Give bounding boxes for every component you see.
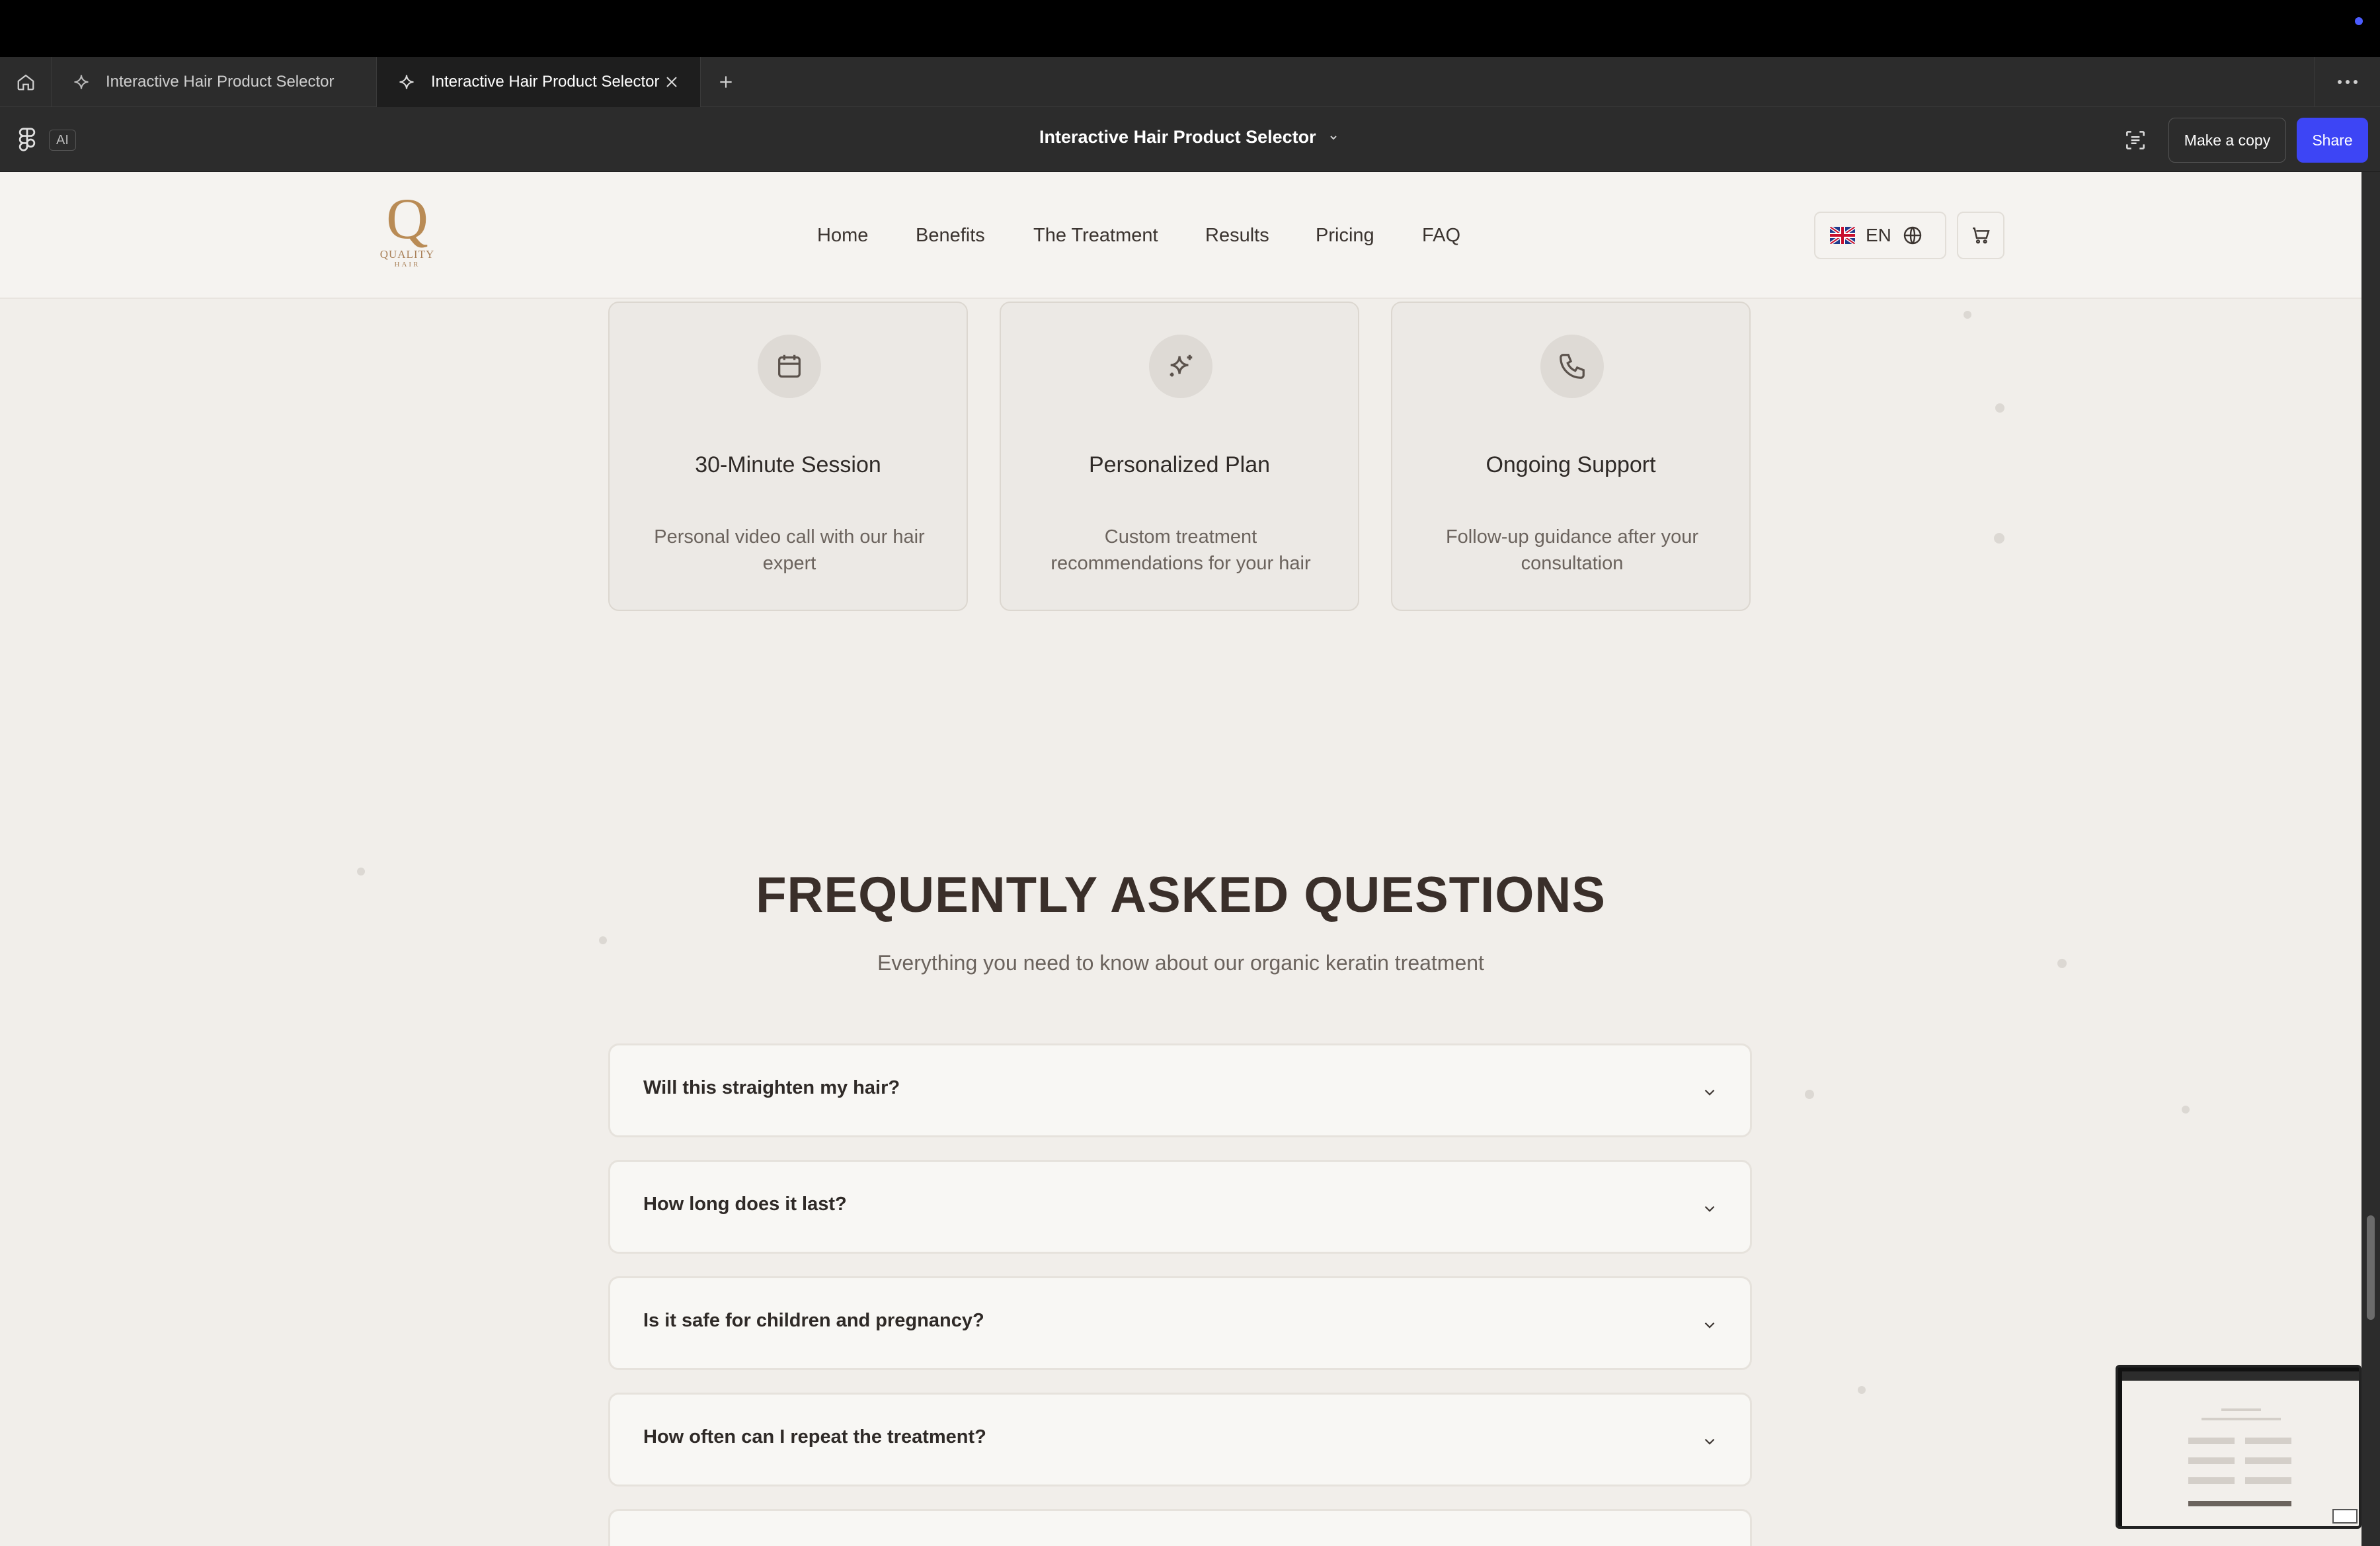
page-preview-thumbnail[interactable] bbox=[2116, 1365, 2361, 1529]
preview-line bbox=[2245, 1477, 2291, 1484]
preview-line bbox=[2202, 1418, 2281, 1420]
calendar-icon bbox=[758, 335, 821, 398]
ai-badge[interactable]: AI bbox=[49, 130, 76, 151]
feature-title: Personalized Plan bbox=[1088, 452, 1271, 477]
faq-item[interactable]: How long does it last? bbox=[608, 1160, 1752, 1254]
ellipsis-icon bbox=[2337, 80, 2358, 84]
nav-home[interactable]: Home bbox=[817, 225, 868, 247]
decor-dot bbox=[1994, 533, 2004, 544]
faq-question: How often can I repeat the treatment? bbox=[643, 1426, 986, 1447]
chevron-down-icon bbox=[1698, 1314, 1721, 1336]
decor-dot bbox=[599, 936, 607, 944]
preview-line bbox=[2221, 1408, 2261, 1411]
nav-pricing[interactable]: Pricing bbox=[1316, 225, 1374, 247]
nav-results[interactable]: Results bbox=[1205, 225, 1269, 247]
figma-make-icon bbox=[395, 71, 418, 93]
preview-line bbox=[2188, 1477, 2235, 1484]
logo-line-2: HAIR bbox=[394, 261, 420, 268]
present-icon bbox=[2126, 131, 2145, 149]
os-top-bar bbox=[0, 0, 2380, 57]
feature-title: 30-Minute Session bbox=[695, 452, 881, 477]
more-options-button[interactable] bbox=[2314, 57, 2380, 107]
language-code: EN bbox=[1866, 225, 1891, 245]
file-title: Interactive Hair Product Selector bbox=[1039, 127, 1316, 147]
preview-line bbox=[2188, 1501, 2291, 1506]
nav-the-treatment[interactable]: The Treatment bbox=[1033, 225, 1158, 247]
preview-content bbox=[2122, 1371, 2359, 1526]
figma-make-icon bbox=[70, 71, 93, 93]
figma-logo-icon[interactable] bbox=[16, 127, 38, 152]
home-button[interactable] bbox=[0, 57, 52, 107]
make-a-copy-button[interactable]: Make a copy bbox=[2168, 118, 2286, 163]
site-viewport: Q QUALITY HAIR Home Benefits The Treatme… bbox=[0, 172, 2361, 1546]
faq-item[interactable] bbox=[608, 1509, 1752, 1546]
feature-title: Ongoing Support bbox=[1486, 452, 1656, 477]
preview-line bbox=[2245, 1457, 2291, 1464]
app-toolbar: AI Interactive Hair Product Selector Mak… bbox=[0, 107, 2380, 172]
share-button[interactable]: Share bbox=[2297, 118, 2368, 163]
preview-line bbox=[2245, 1438, 2291, 1444]
globe-icon bbox=[1903, 226, 1922, 245]
quality-hair-logo[interactable]: Q QUALITY HAIR bbox=[370, 190, 444, 280]
feature-card-support: Ongoing Support Follow-up guidance after… bbox=[1391, 302, 1751, 611]
tab-bar: Interactive Hair Product Selector Intera… bbox=[0, 57, 2380, 107]
nav-faq[interactable]: FAQ bbox=[1422, 225, 1460, 247]
language-selector[interactable]: EN bbox=[1814, 212, 1946, 259]
decor-dot bbox=[1858, 1386, 1866, 1394]
page-scrollbar[interactable] bbox=[2361, 172, 2380, 1546]
home-icon bbox=[17, 74, 34, 91]
new-tab-button[interactable] bbox=[701, 57, 751, 107]
feature-description: Personal video call with our hair expert bbox=[654, 526, 925, 574]
preview-bar bbox=[2122, 1371, 2359, 1381]
faq-item[interactable]: Is it safe for children and pregnancy? bbox=[608, 1276, 1752, 1370]
feature-card-session: 30-Minute Session Personal video call wi… bbox=[608, 302, 968, 611]
decor-dot bbox=[1805, 1090, 1814, 1099]
faq-subtitle: Everything you need to know about our or… bbox=[877, 951, 1484, 975]
scrollbar-thumb[interactable] bbox=[2367, 1215, 2375, 1320]
faq-question: How long does it last? bbox=[643, 1194, 847, 1215]
chevron-down-icon bbox=[1698, 1198, 1721, 1220]
faq-question: Will this straighten my hair? bbox=[643, 1077, 900, 1098]
preview-frame bbox=[2332, 1509, 2358, 1524]
status-dot bbox=[2355, 17, 2363, 25]
present-button[interactable] bbox=[2121, 126, 2150, 155]
uk-flag-icon bbox=[1830, 227, 1855, 244]
shopping-cart-icon bbox=[1973, 227, 1990, 244]
decor-dot bbox=[2182, 1106, 2190, 1114]
chevron-down-icon bbox=[1698, 1081, 1721, 1104]
logo-line-1: QUALITY bbox=[379, 248, 435, 261]
feature-description: Follow-up guidance after your consultati… bbox=[1445, 526, 1699, 574]
nav-benefits[interactable]: Benefits bbox=[916, 225, 985, 247]
decor-dot bbox=[1964, 311, 1971, 319]
chevron-down-icon bbox=[1329, 135, 1337, 140]
feature-description: Custom treatment recommendations for you… bbox=[1051, 526, 1311, 574]
sparkles-icon bbox=[1149, 335, 1212, 398]
cart-button[interactable] bbox=[1957, 212, 2004, 259]
site-header: Q QUALITY HAIR Home Benefits The Treatme… bbox=[0, 172, 2361, 299]
faq-title: FREQUENTLY ASKED QUESTIONS bbox=[756, 867, 1606, 923]
feature-card-plan: Personalized Plan Custom treatment recom… bbox=[1000, 302, 1359, 611]
chevron-down-icon bbox=[1698, 1430, 1721, 1453]
logo-letter: Q bbox=[386, 187, 428, 251]
preview-line bbox=[2188, 1438, 2235, 1444]
preview-line bbox=[2188, 1457, 2235, 1464]
faq-item[interactable]: How often can I repeat the treatment? bbox=[608, 1393, 1752, 1486]
faq-item[interactable]: Will this straighten my hair? bbox=[608, 1043, 1752, 1137]
tab-label: Interactive Hair Product Selector bbox=[431, 73, 660, 91]
close-tab-icon[interactable] bbox=[660, 71, 683, 93]
tab-interactive-hair-product-selector-2[interactable]: Interactive Hair Product Selector bbox=[377, 57, 701, 107]
file-title-dropdown[interactable]: Interactive Hair Product Selector bbox=[1039, 127, 1339, 147]
phone-icon bbox=[1540, 335, 1604, 398]
tab-interactive-hair-product-selector-1[interactable]: Interactive Hair Product Selector bbox=[52, 57, 377, 107]
faq-question: Is it safe for children and pregnancy? bbox=[643, 1310, 984, 1331]
tab-label: Interactive Hair Product Selector bbox=[106, 73, 335, 91]
plus-icon bbox=[720, 76, 732, 88]
decor-dot bbox=[1995, 403, 2004, 413]
